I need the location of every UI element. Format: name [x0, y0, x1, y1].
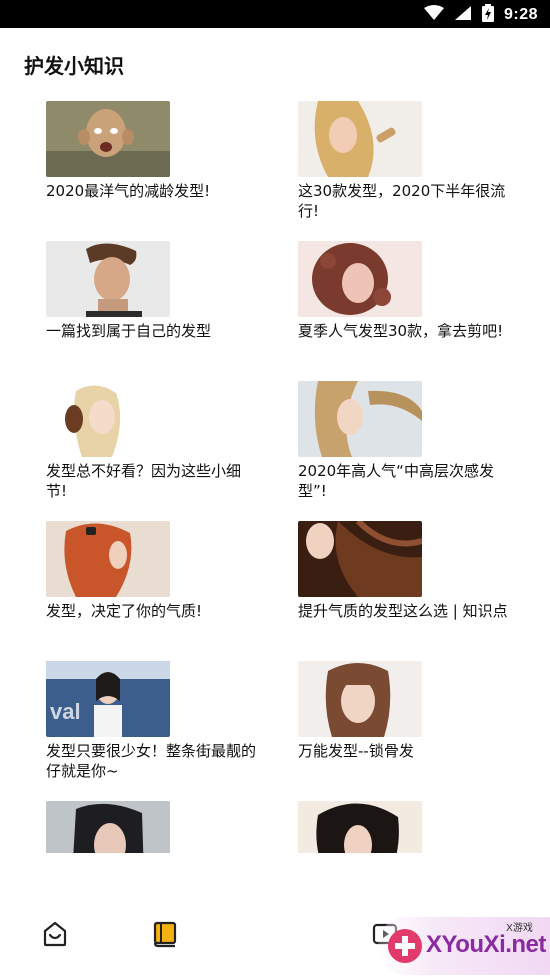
- status-bar: 9:28: [0, 0, 550, 28]
- article-card[interactable]: [46, 801, 276, 853]
- article-title: 一篇找到属于自己的发型: [46, 322, 212, 340]
- article-thumbnail: [298, 101, 422, 177]
- svg-text:val: val: [50, 699, 81, 724]
- article-title: 夏季人气发型30款，拿去剪吧!: [298, 322, 504, 340]
- article-thumbnail: [46, 801, 170, 853]
- page-title: 护发小知识: [24, 54, 124, 78]
- article-thumbnail: [298, 241, 422, 317]
- status-time: 9:28: [503, 6, 538, 23]
- article-card[interactable]: 提升气质的发型这么选 | 知识点: [298, 521, 528, 661]
- wifi-icon: [423, 5, 444, 25]
- article-card[interactable]: 2020最洋气的减龄发型!: [46, 101, 276, 241]
- article-title: 这30款发型，2020下半年很流行!: [298, 182, 506, 220]
- nav-knowledge[interactable]: [150, 919, 180, 949]
- article-card[interactable]: 发型，决定了你的气质!: [46, 521, 276, 661]
- article-title: 2020年高人气“中高层次感发型”!: [298, 462, 494, 500]
- article-thumbnail: [298, 661, 422, 737]
- battery-icon: [481, 4, 494, 26]
- article-thumbnail: [298, 521, 422, 597]
- nav-home[interactable]: [40, 919, 70, 949]
- watermark-logo: XYouXi.net X游戏: [378, 917, 550, 975]
- book-icon: [150, 921, 180, 953]
- article-title: 发型，决定了你的气质!: [46, 602, 203, 620]
- article-title: 发型总不好看？因为这些小细节!: [46, 462, 242, 500]
- article-grid: 2020最洋气的减龄发型! 这30款发型，2020下半年很流行! 一篇找到属于自…: [0, 101, 550, 853]
- article-title: 发型只要很少女！整条街最靓的仔就是你~: [46, 742, 257, 780]
- article-thumbnail: [46, 101, 170, 177]
- article-card[interactable]: 2020年高人气“中高层次感发型”!: [298, 381, 528, 521]
- article-thumbnail: [298, 801, 422, 853]
- article-card[interactable]: 一篇找到属于自己的发型: [46, 241, 276, 381]
- home-icon: [40, 921, 70, 953]
- signal-icon: [454, 5, 472, 25]
- article-title: 2020最洋气的减龄发型!: [46, 182, 211, 200]
- article-card[interactable]: 这30款发型，2020下半年很流行!: [298, 101, 528, 241]
- article-card[interactable]: 万能发型--锁骨发: [298, 661, 528, 801]
- article-card[interactable]: [298, 801, 528, 853]
- watermark-sub: X游戏: [506, 923, 533, 934]
- article-thumbnail: [46, 241, 170, 317]
- article-title: 万能发型--锁骨发: [298, 742, 414, 760]
- article-card[interactable]: val 发型只要很少女！整条街最靓的仔就是你~: [46, 661, 276, 801]
- watermark-brand: XYouXi.net: [426, 931, 546, 958]
- article-thumbnail: [298, 381, 422, 457]
- article-title: 提升气质的发型这么选 | 知识点: [298, 602, 508, 620]
- article-thumbnail: [46, 521, 170, 597]
- article-thumbnail: [46, 381, 170, 457]
- article-card[interactable]: 发型总不好看？因为这些小细节!: [46, 381, 276, 521]
- article-card[interactable]: 夏季人气发型30款，拿去剪吧!: [298, 241, 528, 381]
- article-thumbnail: val: [46, 661, 170, 737]
